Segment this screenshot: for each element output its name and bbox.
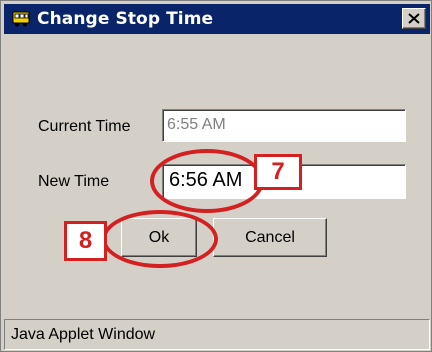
current-time-field: 6:55 AM	[162, 109, 406, 142]
highlight-ring-new-time	[150, 149, 264, 213]
close-button[interactable]	[402, 8, 426, 29]
window-title: Change Stop Time	[37, 9, 214, 29]
bus-icon	[12, 10, 30, 28]
step-8-callout: 8	[64, 221, 107, 261]
title-bar[interactable]: Change Stop Time	[4, 4, 430, 34]
close-icon	[408, 13, 420, 24]
cancel-button[interactable]: Cancel	[213, 218, 327, 257]
new-time-label: New Time	[38, 173, 110, 190]
highlight-ring-ok	[102, 210, 218, 268]
status-bar: Java Applet Window	[4, 319, 430, 350]
current-time-label: Current Time	[38, 118, 131, 135]
step-7-callout: 7	[254, 154, 302, 190]
